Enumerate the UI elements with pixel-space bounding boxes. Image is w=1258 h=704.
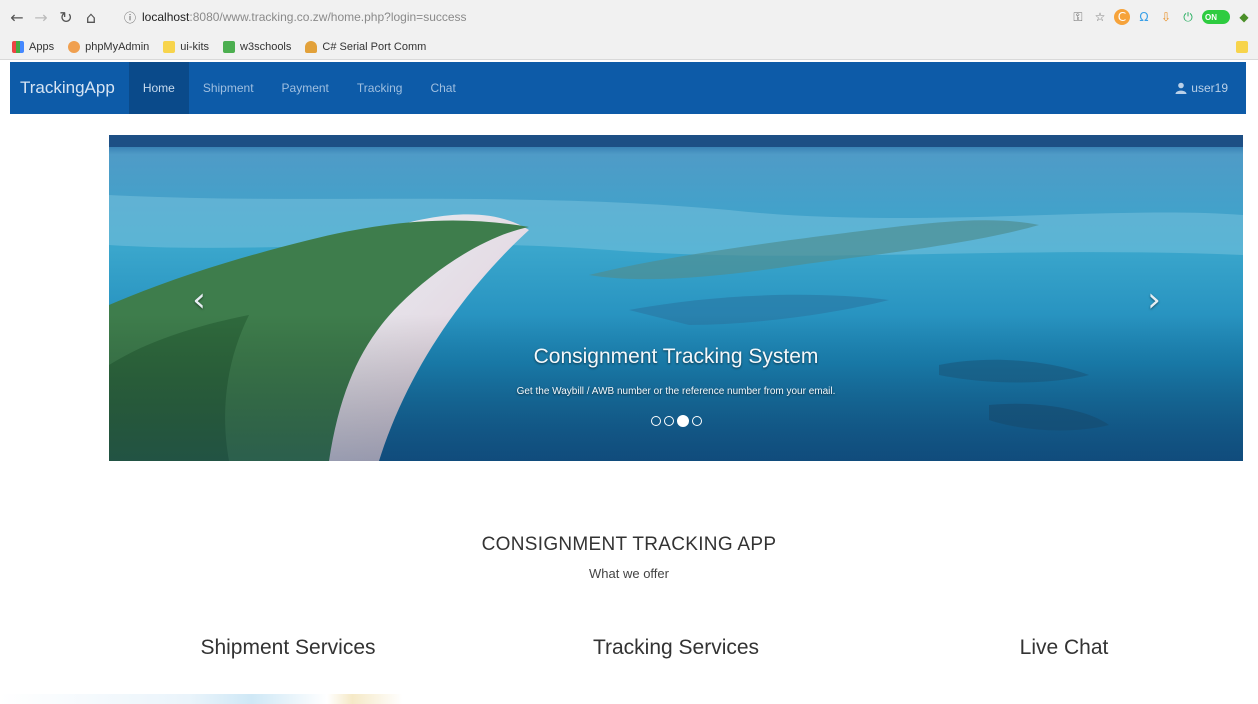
w3schools-icon — [223, 40, 236, 53]
bookmarks-bar: Apps phpMyAdmin ui-kits w3schools C# Ser… — [0, 34, 1258, 60]
section-title: CONSIGNMENT TRACKING APP — [481, 534, 777, 555]
download-icon[interactable]: ⇩ — [1158, 9, 1174, 25]
user-name: user19 — [1191, 81, 1228, 95]
nav-shipment[interactable]: Shipment — [189, 62, 268, 114]
phpmyadmin-icon — [68, 40, 81, 53]
back-icon[interactable]: ← — [6, 6, 28, 28]
forward-icon[interactable]: → — [30, 6, 52, 28]
toggle-extension[interactable]: ON — [1202, 10, 1230, 24]
carousel-title: Consignment Tracking System — [533, 345, 819, 368]
apps-grid-icon — [12, 40, 24, 53]
carousel-indicator[interactable] — [691, 416, 702, 426]
carousel-indicators — [109, 415, 1243, 427]
info-icon[interactable]: ⓘ — [124, 9, 136, 26]
key-icon[interactable]: ⚿ — [1070, 9, 1086, 25]
extension-c-icon[interactable]: C — [1114, 9, 1130, 25]
carousel-text: Get the Waybill / AWB number or the refe… — [516, 386, 836, 397]
lagoon-image — [109, 135, 1243, 461]
extensions-area: ⚿ ☆ C Ω ⇩ ⏻ ON ◆ — [1070, 4, 1258, 30]
reload-icon[interactable]: ↻ — [55, 6, 77, 28]
nav-payment[interactable]: Payment — [268, 62, 343, 114]
url-path: :8080/www.tracking.co.zw/home.php?login=… — [189, 10, 467, 24]
nav-chat[interactable]: Chat — [416, 62, 469, 114]
bookmark-label: phpMyAdmin — [85, 40, 150, 53]
other-bookmarks-folder-icon[interactable] — [1236, 41, 1248, 53]
codeproject-icon — [305, 40, 318, 53]
bookmark-ui-kits[interactable]: ui-kits — [163, 40, 210, 53]
bookmark-apps[interactable]: Apps — [12, 40, 55, 53]
section-subtitle: What we offer — [589, 566, 669, 581]
nav-home[interactable]: Home — [128, 62, 189, 114]
site-navbar: TrackingApp Home Shipment Payment Tracki… — [10, 62, 1246, 114]
bookmark-phpmyadmin[interactable]: phpMyAdmin — [68, 40, 150, 53]
carousel-prev-icon[interactable]: ‹ — [179, 280, 219, 320]
user-menu[interactable]: user19 — [1175, 62, 1228, 114]
nav-tracking[interactable]: Tracking — [343, 62, 417, 114]
address-bar[interactable]: ⓘ localhost:8080/www.tracking.co.zw/home… — [124, 4, 1124, 30]
service-tracking-heading: Tracking Services — [592, 636, 760, 659]
url-host: localhost — [142, 10, 190, 24]
service-images-strip — [0, 694, 1258, 704]
bookmark-label: C# Serial Port Comm — [322, 40, 427, 53]
carousel-indicator[interactable] — [650, 416, 661, 426]
hero-carousel: ‹ › Consignment Tracking System Get the … — [109, 135, 1243, 461]
carousel-indicator[interactable] — [663, 416, 674, 426]
extension-green-icon[interactable]: ◆ — [1236, 9, 1252, 25]
home-icon[interactable]: ⌂ — [80, 6, 102, 28]
bookmark-w3schools[interactable]: w3schools — [223, 40, 292, 53]
power-icon[interactable]: ⏻ — [1180, 9, 1196, 25]
carousel-next-icon[interactable]: › — [1134, 280, 1174, 320]
bookmark-label: ui-kits — [180, 40, 210, 53]
folder-icon — [163, 40, 176, 53]
navbar-brand[interactable]: TrackingApp — [10, 78, 129, 98]
extension-headset-icon[interactable]: Ω — [1136, 9, 1152, 25]
service-shipment-heading: Shipment Services — [200, 636, 376, 659]
service-live-chat-heading: Live Chat — [1019, 636, 1109, 659]
user-icon — [1175, 82, 1187, 94]
carousel-indicator-active[interactable] — [676, 415, 689, 427]
star-icon[interactable]: ☆ — [1092, 9, 1108, 25]
browser-toolbar: ← → ↻ ⌂ ⓘ localhost:8080/www.tracking.co… — [0, 0, 1258, 34]
bookmark-serial-port[interactable]: C# Serial Port Comm — [305, 40, 427, 53]
bookmark-label: w3schools — [240, 40, 292, 53]
bookmark-label: Apps — [29, 40, 55, 53]
